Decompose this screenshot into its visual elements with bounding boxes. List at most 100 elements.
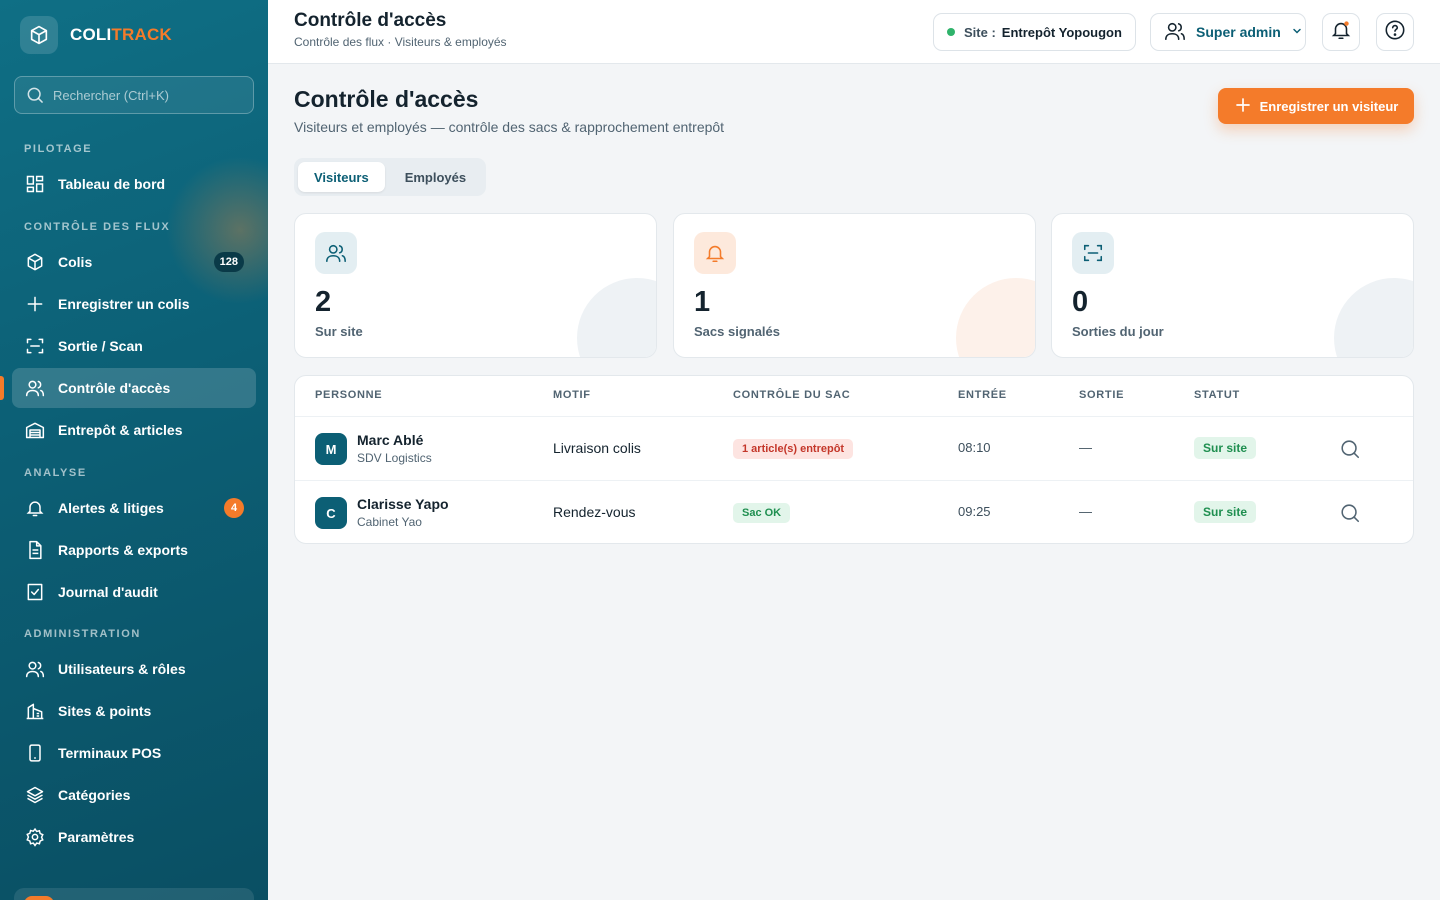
stat-value: 2	[315, 286, 332, 318]
sidebar-item-label: Terminaux POS	[58, 745, 162, 761]
section-label-administration: ADMINISTRATION	[24, 628, 141, 640]
table-row[interactable]: M Marc Ablé SDV Logistics Livraison coli…	[295, 417, 1413, 480]
document-icon	[24, 539, 46, 561]
sidebar-item-terminaux[interactable]: Terminaux POS	[12, 733, 256, 773]
gear-icon	[24, 826, 46, 848]
card-decoration	[1334, 278, 1413, 357]
tab-visiteurs[interactable]: Visiteurs	[298, 162, 385, 192]
stat-label: Sur site	[315, 324, 363, 339]
users-icon	[24, 658, 46, 680]
users-icon	[24, 377, 46, 399]
package-logo-icon	[20, 16, 58, 54]
sidebar-user-card[interactable]	[14, 888, 254, 900]
search-box[interactable]	[14, 76, 254, 114]
layers-icon	[24, 784, 46, 806]
person-organization: SDV Logistics	[357, 451, 432, 465]
column-header-controle-sac: CONTRÔLE DU SAC	[733, 389, 851, 401]
column-header-sortie: SORTIE	[1079, 389, 1125, 401]
view-details-button[interactable]	[1338, 437, 1362, 461]
warehouse-icon	[24, 419, 46, 441]
sidebar-item-label: Paramètres	[58, 829, 135, 845]
checklist-icon	[24, 581, 46, 603]
users-icon	[1164, 20, 1186, 45]
sidebar-item-controle-acces[interactable]: Contrôle d'accès	[12, 368, 256, 408]
search-icon	[1341, 440, 1360, 459]
search-input[interactable]	[53, 87, 243, 103]
plus-icon	[24, 293, 46, 315]
card-decoration	[956, 278, 1035, 357]
section-label-analyse: ANALYSE	[24, 467, 87, 479]
sidebar-item-colis[interactable]: Colis 128	[12, 242, 256, 282]
avatar: C	[315, 497, 347, 529]
column-header-motif: MOTIF	[553, 389, 591, 401]
sidebar-item-label: Tableau de bord	[58, 176, 166, 192]
sidebar-item-sites[interactable]: Sites & points	[12, 691, 256, 731]
sidebar-item-label: Contrôle d'accès	[58, 380, 171, 396]
status-badge: Sur site	[1194, 501, 1257, 523]
tab-employes[interactable]: Employés	[389, 162, 482, 192]
user-avatar	[24, 896, 54, 900]
section-label-flux: CONTRÔLE DES FLUX	[24, 221, 171, 233]
column-header-entree: ENTRÉE	[958, 389, 1007, 401]
visitors-table: PERSONNE MOTIF CONTRÔLE DU SAC ENTRÉE SO…	[294, 375, 1414, 544]
sidebar-item-label: Journal d'audit	[58, 584, 158, 600]
brand-name: COLITRACK	[70, 25, 172, 45]
column-header-personne: PERSONNE	[315, 389, 383, 401]
sidebar-item-enregistrer-colis[interactable]: Enregistrer un colis	[12, 284, 256, 324]
register-visitor-button[interactable]: Enregistrer un visiteur	[1218, 88, 1414, 124]
help-icon	[1384, 19, 1406, 46]
scan-icon	[1072, 232, 1114, 274]
sidebar-item-categories[interactable]: Catégories	[12, 775, 256, 815]
package-icon	[24, 251, 46, 273]
sidebar-item-label: Sites & points	[58, 703, 152, 719]
sidebar-item-parametres[interactable]: Paramètres	[12, 817, 256, 857]
table-row[interactable]: C Clarisse Yapo Cabinet Yao Rendez-vous …	[295, 480, 1413, 543]
alerts-count-badge: 4	[224, 498, 244, 518]
person-name: Clarisse Yapo	[357, 496, 449, 512]
chevron-down-icon	[1291, 24, 1303, 40]
sidebar-item-journal-audit[interactable]: Journal d'audit	[12, 572, 256, 612]
active-item-marker	[0, 376, 4, 400]
section-label-pilotage: PILOTAGE	[24, 143, 93, 155]
register-visitor-label: Enregistrer un visiteur	[1259, 98, 1399, 114]
sidebar-item-dashboard[interactable]: Tableau de bord	[12, 164, 256, 204]
sidebar-item-utilisateurs[interactable]: Utilisateurs & rôles	[12, 649, 256, 689]
dashboard-icon	[24, 173, 46, 195]
search-icon	[1341, 504, 1360, 523]
visit-reason: Rendez-vous	[553, 504, 636, 520]
sidebar-item-entrepot[interactable]: Entrepôt & articles	[12, 410, 256, 450]
stat-value: 0	[1072, 286, 1089, 318]
entry-time: 09:25	[958, 504, 991, 519]
plus-icon	[1234, 96, 1252, 117]
scan-icon	[24, 335, 46, 357]
bag-check-badge: 1 article(s) entrepôt	[733, 439, 854, 459]
notifications-button[interactable]	[1322, 13, 1360, 51]
sidebar-item-sortie-scan[interactable]: Sortie / Scan	[12, 326, 256, 366]
sidebar-item-label: Catégories	[58, 787, 131, 803]
view-details-button[interactable]	[1338, 501, 1362, 525]
sidebar-item-label: Rapports & exports	[58, 542, 188, 558]
search-icon	[27, 87, 43, 103]
page-title: Contrôle d'accès	[294, 86, 479, 112]
avatar: M	[315, 433, 347, 465]
stat-label: Sacs signalés	[694, 324, 780, 339]
help-button[interactable]	[1376, 13, 1414, 51]
sidebar: COLITRACK PILOTAGE Tableau de bord CONTR…	[0, 0, 268, 900]
brand[interactable]: COLITRACK	[20, 16, 172, 54]
sidebar-item-alertes[interactable]: Alertes & litiges 4	[12, 488, 256, 528]
topbar-title: Contrôle d'accès	[294, 10, 447, 31]
card-decoration	[577, 278, 656, 357]
visit-reason: Livraison colis	[553, 440, 641, 456]
site-selector[interactable]: Site : Entrepôt Yopougon	[933, 13, 1136, 51]
user-menu-button[interactable]: Super admin	[1150, 13, 1306, 51]
brand-name-part2: TRACK	[111, 25, 172, 44]
sidebar-item-label: Enregistrer un colis	[58, 296, 190, 312]
tabs: Visiteurs Employés	[294, 158, 486, 196]
sidebar-item-label: Sortie / Scan	[58, 338, 143, 354]
page-subtitle: Visiteurs et employés — contrôle des sac…	[294, 119, 725, 135]
colis-count-badge: 128	[213, 252, 244, 272]
sidebar-item-rapports[interactable]: Rapports & exports	[12, 530, 256, 570]
stat-value: 1	[694, 286, 711, 318]
building-icon	[24, 700, 46, 722]
site-label: Site :	[964, 24, 996, 40]
